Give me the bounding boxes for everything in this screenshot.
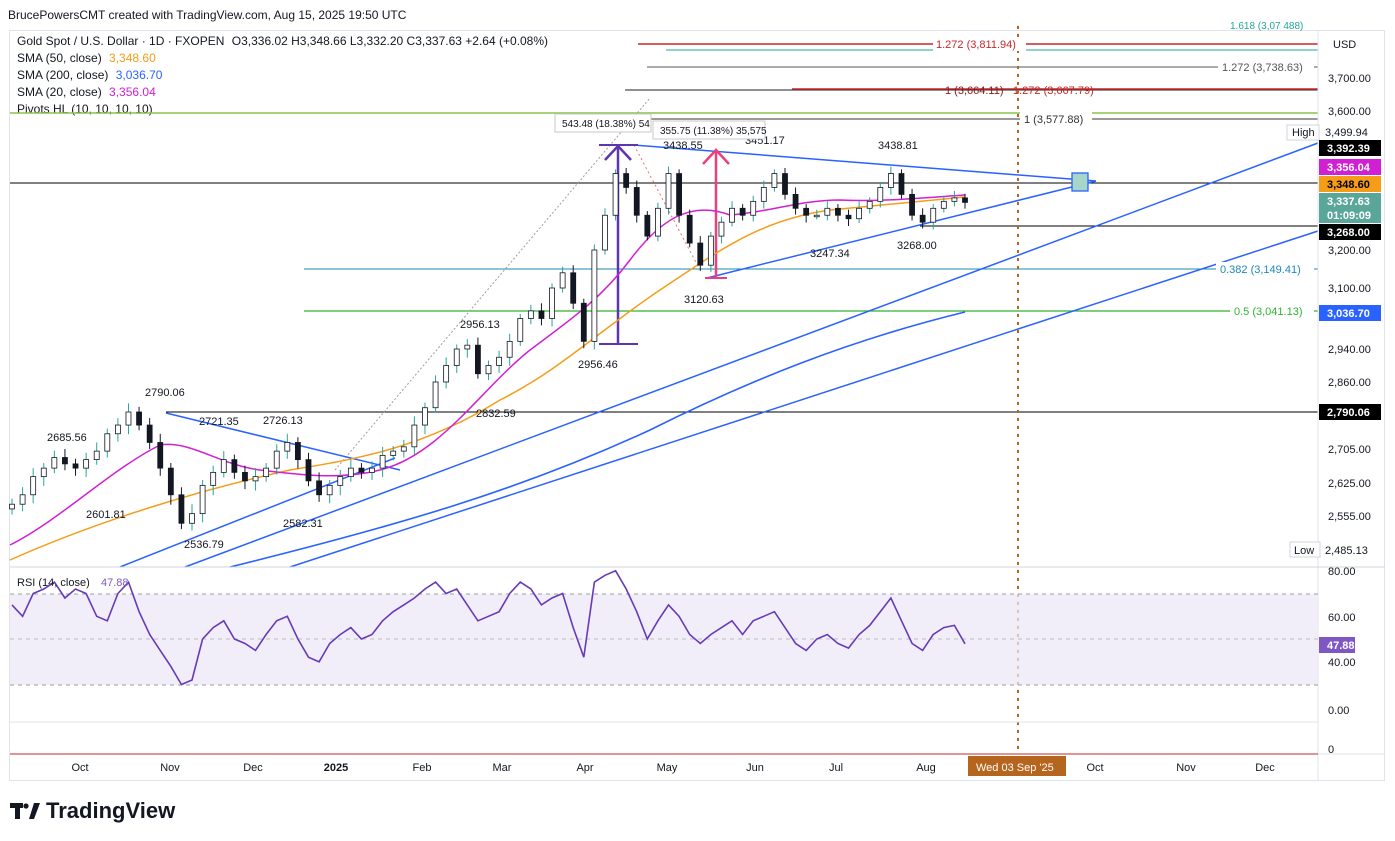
legend-sma200-value: 3,036.70 xyxy=(115,68,163,82)
legend-sma200[interactable]: SMA (200, close) 3,036.70 xyxy=(17,67,162,84)
legend-sma50-name: SMA (50, close) xyxy=(17,51,102,65)
tradingview-logo-text: TradingView xyxy=(46,798,176,823)
attribution-header: BrucePowersCMT created with TradingView.… xyxy=(8,8,407,22)
tradingview-logo-icon xyxy=(10,801,40,821)
legend-sma200-name: SMA (200, close) xyxy=(17,68,109,82)
legend-pivots-name: Pivots HL (10, 10, 10, 10) xyxy=(17,102,153,116)
tradingview-logo[interactable]: TradingView xyxy=(10,798,175,824)
legend-ohlc: O3,336.02 H3,348.66 L3,332.20 C3,337.63 … xyxy=(231,34,548,48)
legend-sma20-name: SMA (20, close) xyxy=(17,85,102,99)
legend-symbol: Gold Spot / U.S. Dollar · 1D · FXOPEN O3… xyxy=(17,33,548,50)
legend-sma50-value: 3,348.60 xyxy=(109,51,156,65)
legend-sma20-value: 3,356.04 xyxy=(109,85,156,99)
legend-sma20[interactable]: SMA (20, close) 3,356.04 xyxy=(17,84,156,101)
chart-frame xyxy=(9,30,1385,781)
legend-pivots[interactable]: Pivots HL (10, 10, 10, 10) xyxy=(17,101,153,118)
legend-symbol-title: Gold Spot / U.S. Dollar · 1D · FXOPEN xyxy=(17,34,225,48)
legend-sma50[interactable]: SMA (50, close) 3,348.60 xyxy=(17,50,156,67)
